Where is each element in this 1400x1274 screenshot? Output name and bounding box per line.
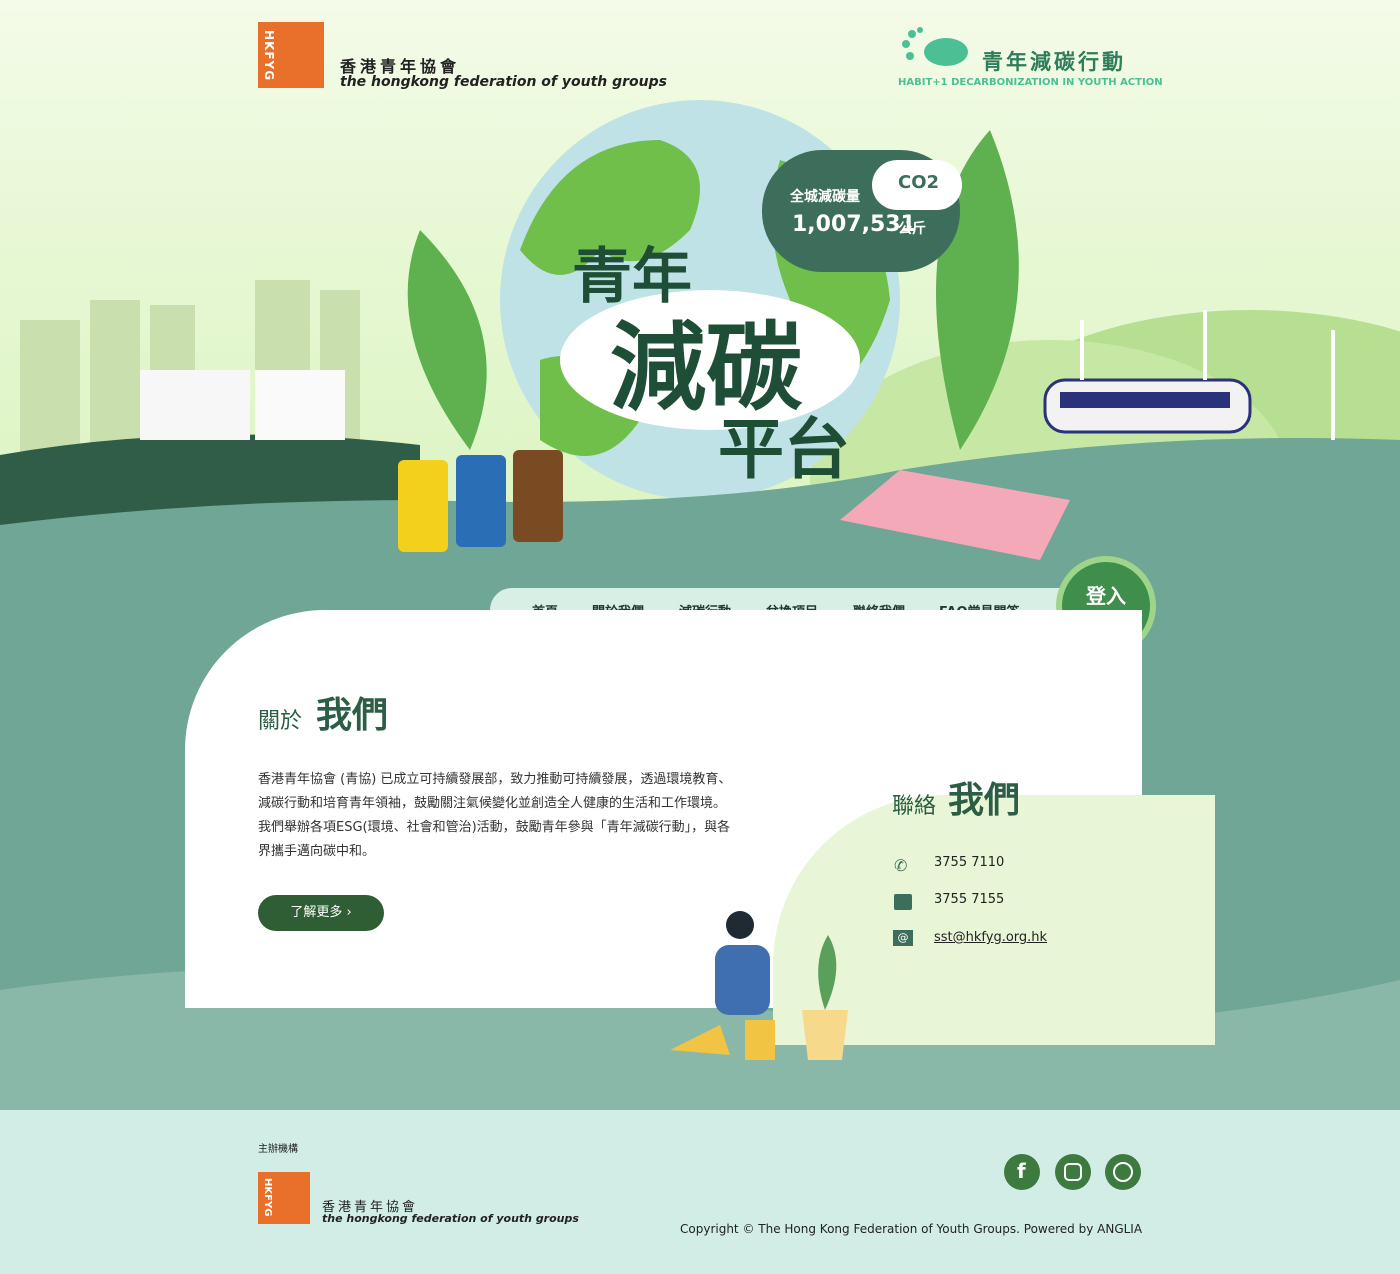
footer-org-en: the hongkong federation of youth groups bbox=[322, 1212, 579, 1225]
footer-logo-mark-text: HKFYG bbox=[262, 1178, 273, 1217]
about-heading-big: 我們 bbox=[316, 695, 389, 736]
brand-subtitle: HABIT+1 DECARBONIZATION IN YOUTH ACTION bbox=[898, 77, 1163, 88]
contact-phone[interactable]: 3755 7110 bbox=[934, 855, 1004, 870]
contact-fax[interactable]: 3755 7155 bbox=[934, 892, 1004, 907]
about-heading-small: 關於 bbox=[258, 709, 303, 734]
copyright-text: Copyright © The Hong Kong Federation of … bbox=[680, 1222, 1143, 1236]
hero-title-line3: 平台 bbox=[718, 411, 850, 488]
footprint-icon bbox=[902, 27, 968, 66]
whatsapp-icon[interactable] bbox=[1105, 1154, 1141, 1190]
instagram-icon[interactable] bbox=[1055, 1154, 1091, 1190]
chevron-right-icon: › bbox=[346, 905, 352, 920]
contact-heading-big: 我們 bbox=[948, 780, 1021, 821]
fax-icon bbox=[894, 894, 912, 910]
co2-unit: 公斤 bbox=[898, 221, 926, 237]
login-label-line1: 登入 bbox=[1086, 584, 1126, 608]
facebook-icon[interactable]: f bbox=[1004, 1154, 1040, 1190]
email-icon: @ bbox=[893, 930, 913, 946]
hero-banner: HKFYG 香港青年協會 the hongkong federation of … bbox=[0, 0, 1400, 600]
about-text: 香港青年協會 (青協) 已成立可持續發展部，致力推動可持續發展，透過環境教育、減… bbox=[258, 772, 732, 859]
footer: 主辦機構 HKFYG 香港青年協會 the hongkong federatio… bbox=[0, 1110, 1400, 1274]
gardener-illustration bbox=[670, 911, 848, 1060]
logo-mark-text: HKFYG bbox=[262, 30, 276, 82]
co2-label: 全城減碳量 bbox=[790, 189, 860, 205]
learn-more-label: 了解更多 bbox=[290, 905, 343, 920]
phone-icon: ✆ bbox=[894, 856, 908, 875]
contact-email[interactable]: sst@hkfyg.org.hk bbox=[934, 930, 1047, 945]
co2-tag: CO2 bbox=[898, 172, 940, 193]
organiser-label: 主辦機構 bbox=[258, 1144, 298, 1155]
contact-heading-small: 聯絡 bbox=[892, 794, 937, 819]
brand-title: 青年減碳行動 bbox=[982, 50, 1126, 74]
org-name-en: the hongkong federation of youth groups bbox=[340, 74, 667, 90]
learn-more-button[interactable]: 了解更多 › bbox=[258, 895, 384, 931]
